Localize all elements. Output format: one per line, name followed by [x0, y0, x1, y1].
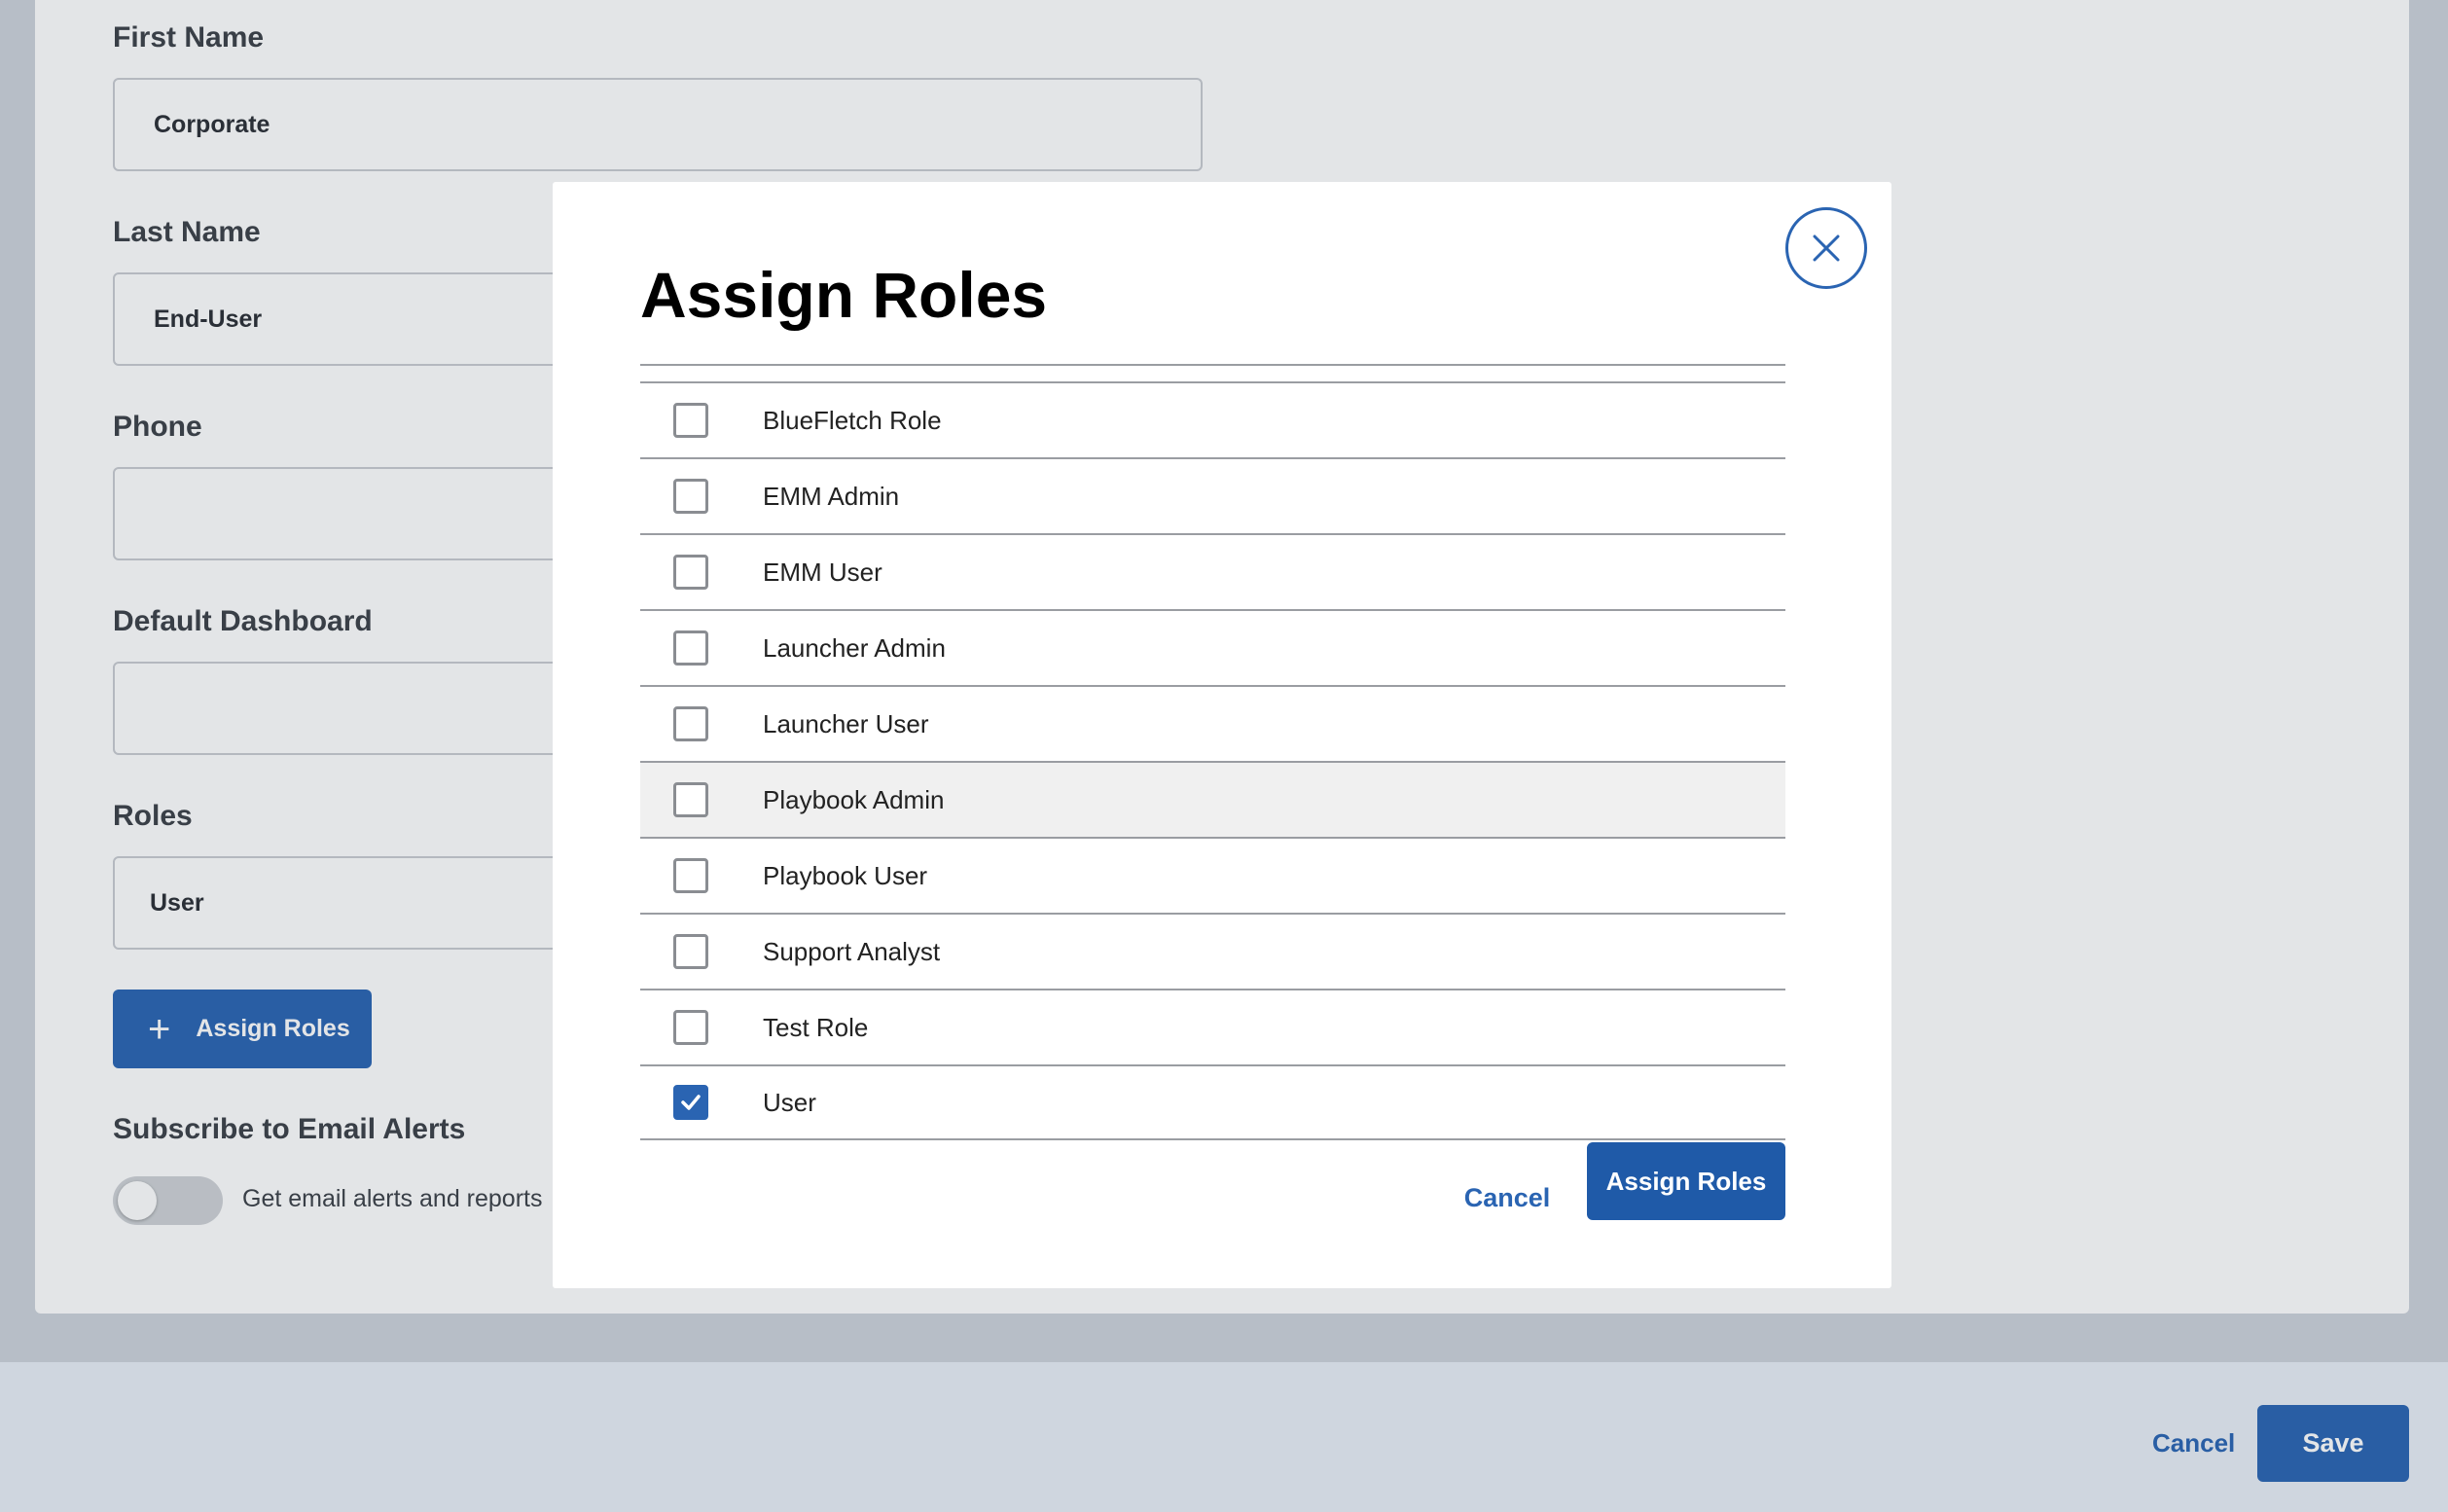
role-item[interactable]: Launcher Admin	[640, 609, 1785, 685]
role-checkbox[interactable]	[673, 555, 708, 590]
modal-assign-roles-button[interactable]: Assign Roles	[1587, 1142, 1785, 1220]
role-checkbox[interactable]	[673, 858, 708, 893]
close-icon	[1813, 234, 1840, 262]
role-label: Playbook User	[763, 860, 928, 890]
role-checkbox[interactable]	[673, 403, 708, 438]
close-button[interactable]	[1785, 207, 1867, 289]
role-checkbox[interactable]	[673, 479, 708, 514]
modal-cancel-button[interactable]: Cancel	[1444, 1169, 1570, 1227]
role-item[interactable]: EMM User	[640, 533, 1785, 609]
role-item[interactable]: EMM Admin	[640, 457, 1785, 533]
role-label: Launcher User	[763, 708, 929, 738]
role-item[interactable]: BlueFletch Role	[640, 381, 1785, 457]
role-item[interactable]: Test Role	[640, 989, 1785, 1064]
role-label: Test Role	[763, 1012, 869, 1042]
role-label: EMM Admin	[763, 481, 900, 511]
role-checkbox[interactable]	[673, 706, 708, 741]
divider	[640, 364, 1785, 366]
role-list: BlueFletch Role EMM Admin EMM User Launc…	[640, 381, 1785, 1140]
role-label: User	[763, 1087, 816, 1117]
modal-title: Assign Roles	[640, 259, 1048, 331]
role-label: Launcher Admin	[763, 632, 946, 663]
role-checkbox[interactable]	[673, 1010, 708, 1045]
assign-roles-modal: Assign Roles BlueFletch Role EMM Admin E…	[553, 182, 1891, 1288]
role-checkbox[interactable]	[673, 1085, 708, 1120]
role-label: BlueFletch Role	[763, 405, 942, 435]
role-label: Playbook Admin	[763, 784, 945, 814]
checkmark-icon	[681, 1095, 701, 1110]
role-item[interactable]: Support Analyst	[640, 913, 1785, 989]
role-item[interactable]: User	[640, 1064, 1785, 1140]
role-label: Support Analyst	[763, 936, 941, 966]
role-label: EMM User	[763, 557, 882, 587]
role-checkbox[interactable]	[673, 630, 708, 666]
role-item[interactable]: Launcher User	[640, 685, 1785, 761]
role-checkbox[interactable]	[673, 782, 708, 817]
role-item[interactable]: Playbook Admin	[640, 761, 1785, 837]
role-checkbox[interactable]	[673, 934, 708, 969]
role-item[interactable]: Playbook User	[640, 837, 1785, 913]
